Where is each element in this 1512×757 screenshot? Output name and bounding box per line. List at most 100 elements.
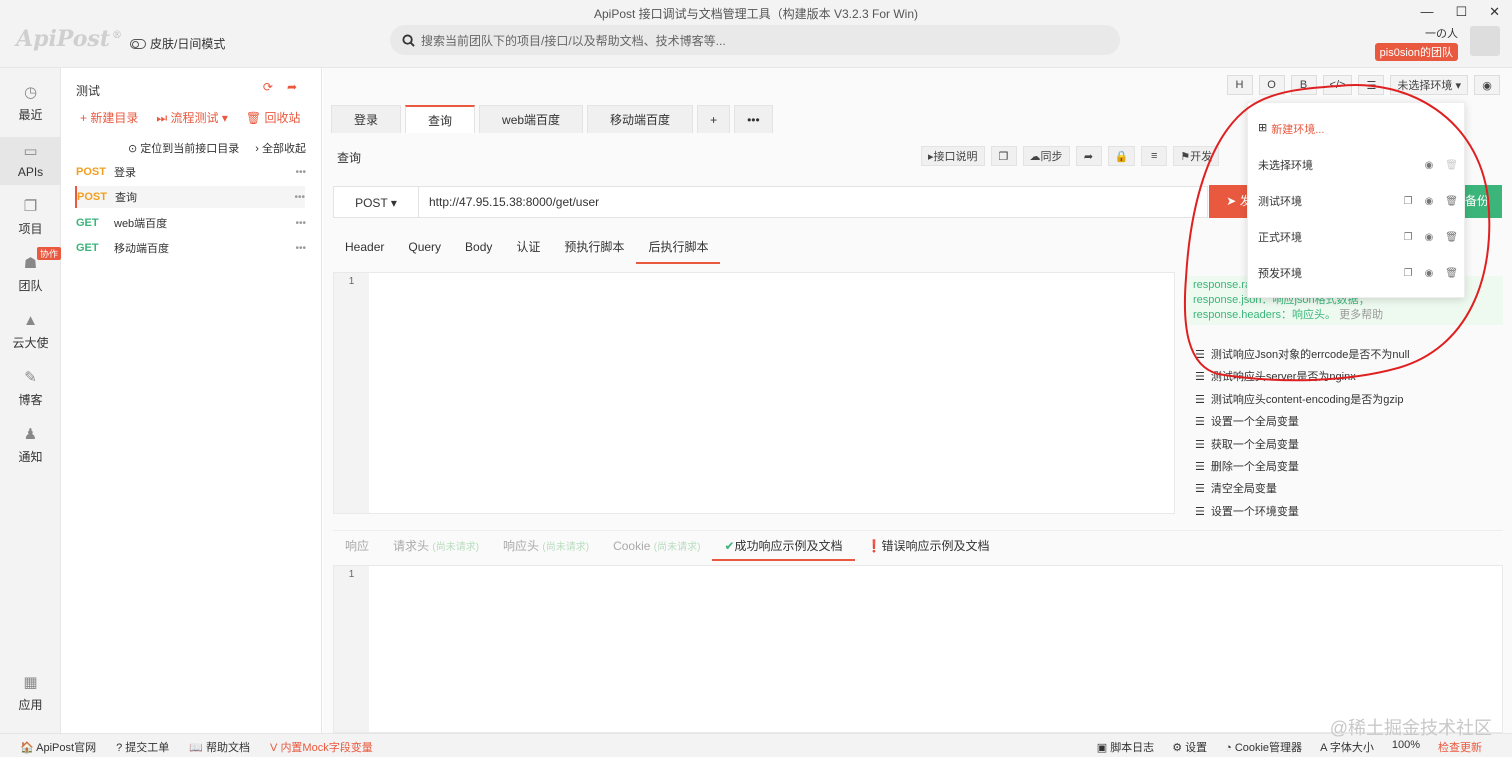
zoom-level[interactable]: 100% <box>1392 739 1420 755</box>
env-option[interactable]: 预发环境 ❐ ◉ 🗑 <box>1258 263 1458 283</box>
copy-icon[interactable]: ❐ <box>990 146 1017 166</box>
new-env-button[interactable]: ⊞ 新建环境... <box>1258 121 1324 137</box>
api-item[interactable]: GET 移动端百度 ••• <box>76 237 306 259</box>
nav-ambassador[interactable]: ▲ 云大使 <box>0 312 61 351</box>
nav-apis[interactable]: ▭ APIs <box>0 137 61 185</box>
env-option[interactable]: 测试环境 ❐ ◉ 🗑 <box>1258 191 1458 211</box>
eye-icon[interactable]: ◉ <box>1425 196 1434 207</box>
nav-projects[interactable]: ❐ 项目 <box>0 198 61 237</box>
trash-icon[interactable]: 🗑 <box>1445 232 1458 243</box>
minimize-icon[interactable]: — <box>1420 4 1433 20</box>
copy-icon[interactable]: ❐ <box>1404 232 1413 243</box>
env-option[interactable]: 未选择环境 ◉ 🗑 <box>1258 155 1458 175</box>
update-button[interactable]: 检查更新 <box>1438 739 1482 755</box>
tab-body[interactable]: Body <box>453 234 504 264</box>
nav-notify[interactable]: ♟ 通知 <box>0 426 61 465</box>
dev-status-button[interactable]: ⚑ 开发 <box>1173 146 1220 166</box>
snippet-item[interactable]: ☰ 测试响应头server是否为nginx <box>1195 366 1410 388</box>
header-o-button[interactable]: O <box>1258 75 1285 95</box>
new-dir-button[interactable]: + 新建目录 <box>80 109 138 126</box>
close-icon[interactable]: ✕ <box>1489 4 1500 20</box>
more-icon[interactable]: ••• <box>295 167 306 178</box>
snippet-item[interactable]: ☰ 测试响应头content-encoding是否为gzip <box>1195 389 1410 411</box>
flow-test-button[interactable]: ⏭ 流程测试 ▾ <box>156 109 228 126</box>
help-link[interactable]: 📖 帮助文档 <box>189 739 250 755</box>
snippet-item[interactable]: ☰ 设置一个全局变量 <box>1195 411 1410 433</box>
team-badge[interactable]: pis0sion的团队 <box>1374 43 1458 61</box>
trash-icon[interactable]: 🗑 <box>1445 196 1458 207</box>
share-icon[interactable]: ➦ <box>1075 146 1102 166</box>
api-doc-button[interactable]: ▸ 接口说明 <box>921 146 985 166</box>
tab-header[interactable]: Header <box>333 234 396 264</box>
script-log-button[interactable]: ▣ 脚本日志 <box>1097 739 1154 755</box>
nav-apps[interactable]: ▦ 应用 <box>0 674 61 713</box>
nav-blog[interactable]: ✎ 博客 <box>0 369 61 408</box>
nav-recent[interactable]: ◷ 最近 <box>0 84 61 123</box>
tab-query-params[interactable]: Query <box>396 234 453 264</box>
tab-cookie[interactable]: Cookie (尚未请求) <box>601 531 712 561</box>
global-search[interactable]: 搜索当前团队下的项目/接口/以及帮助文档、技术博客等... <box>390 25 1120 55</box>
tab-pre-script[interactable]: 预执行脚本 <box>552 234 636 264</box>
env-select[interactable]: 未选择环境 ▾ <box>1390 75 1468 95</box>
tab-error-example[interactable]: ❗错误响应示例及文档 <box>855 531 1002 561</box>
eye-icon[interactable]: ◉ <box>1425 268 1434 279</box>
copy-icon[interactable]: ❐ <box>1404 268 1413 279</box>
snippet-item[interactable]: ☰ 删除一个全局变量 <box>1195 456 1410 478</box>
header-b-button[interactable]: B <box>1290 75 1317 95</box>
tab-response[interactable]: 响应 <box>333 531 381 561</box>
snippet-item[interactable]: ☰ 设置一个环境变量 <box>1195 501 1410 523</box>
settings-button[interactable]: ⚙ 设置 <box>1172 739 1207 755</box>
more-help-link[interactable]: 更多帮助 <box>1339 309 1383 321</box>
more-icon[interactable]: ••• <box>295 243 306 254</box>
response-editor[interactable]: 1 <box>333 565 1503 733</box>
tab-success-example[interactable]: ✔成功响应示例及文档 <box>712 531 855 561</box>
tab-auth[interactable]: 认证 <box>504 234 552 264</box>
locate-button[interactable]: ⊙ 定位到当前接口目录 <box>128 140 239 156</box>
tab-response-headers[interactable]: 响应头 (尚未请求) <box>491 531 601 561</box>
tab-more-button[interactable]: ••• <box>734 105 773 133</box>
env-option[interactable]: 正式环境 ❐ ◉ 🗑 <box>1258 227 1458 247</box>
settings-sliders-icon[interactable]: ☰ <box>1358 75 1385 95</box>
api-item[interactable]: POST 登录 ••• <box>76 161 306 183</box>
more-icon[interactable]: ••• <box>295 218 306 229</box>
code-button[interactable]: </> <box>1322 75 1353 95</box>
tab-web-baidu[interactable]: web端百度 <box>479 105 584 133</box>
tab-request-headers[interactable]: 请求头 (尚未请求) <box>381 531 491 561</box>
mock-link[interactable]: V 内置Mock字段变量 <box>270 739 373 755</box>
url-input[interactable]: http://47.95.15.38:8000/get/user <box>419 195 599 209</box>
cookie-manager-button[interactable]: ◔ Cookie管理器 <box>1225 739 1302 755</box>
header-h-button[interactable]: H <box>1226 75 1253 95</box>
method-select[interactable]: POST ▾ <box>334 187 419 217</box>
recycle-button[interactable]: 🗑 回收站 <box>246 109 301 126</box>
font-size-button[interactable]: A 字体大小 <box>1320 739 1374 755</box>
eye-icon[interactable]: ◉ <box>1425 232 1434 243</box>
maximize-icon[interactable]: ☐ <box>1455 4 1467 20</box>
script-editor[interactable]: 1 <box>333 272 1175 514</box>
ticket-link[interactable]: ? 提交工单 <box>116 739 169 755</box>
snippet-item[interactable]: ☰ 测试响应Json对象的errcode是否不为null <box>1195 344 1410 366</box>
tab-post-script[interactable]: 后执行脚本 <box>636 234 721 264</box>
add-tab-button[interactable]: + <box>697 105 731 133</box>
api-item[interactable]: GET web端百度 ••• <box>76 212 306 234</box>
user-name[interactable]: 一の人 <box>1425 25 1458 41</box>
eye-icon[interactable]: ◉ <box>1425 160 1434 171</box>
snippet-item[interactable]: ☰ 清空全局变量 <box>1195 478 1410 500</box>
eye-icon[interactable]: ◉ <box>1474 75 1500 95</box>
lock-icon[interactable]: 🔒 <box>1107 146 1136 166</box>
collapse-all-button[interactable]: › 全部收起 <box>255 140 306 156</box>
refresh-icon[interactable]: ⟳ <box>263 80 273 94</box>
copy-icon[interactable]: ❐ <box>1404 196 1413 207</box>
snippet-item[interactable]: ☰ 获取一个全局变量 <box>1195 434 1410 456</box>
avatar[interactable] <box>1470 26 1500 56</box>
tab-query[interactable]: 查询 <box>405 105 476 133</box>
tab-login[interactable]: 登录 <box>331 105 402 133</box>
more-icon[interactable]: ••• <box>294 192 305 203</box>
site-link[interactable]: 🏠 ApiPost官网 <box>20 739 96 755</box>
trash-icon[interactable]: 🗑 <box>1445 268 1458 279</box>
skin-toggle[interactable]: 皮肤/日间模式 <box>130 35 225 52</box>
nav-team[interactable]: 协作 ☗ 团队 <box>0 247 61 294</box>
database-icon[interactable]: ≡ <box>1141 146 1168 166</box>
api-item-selected[interactable]: POST 查询 ••• <box>75 186 305 208</box>
tab-mobile-baidu[interactable]: 移动端百度 <box>587 105 694 133</box>
sync-button[interactable]: ☁ 同步 <box>1022 146 1070 166</box>
